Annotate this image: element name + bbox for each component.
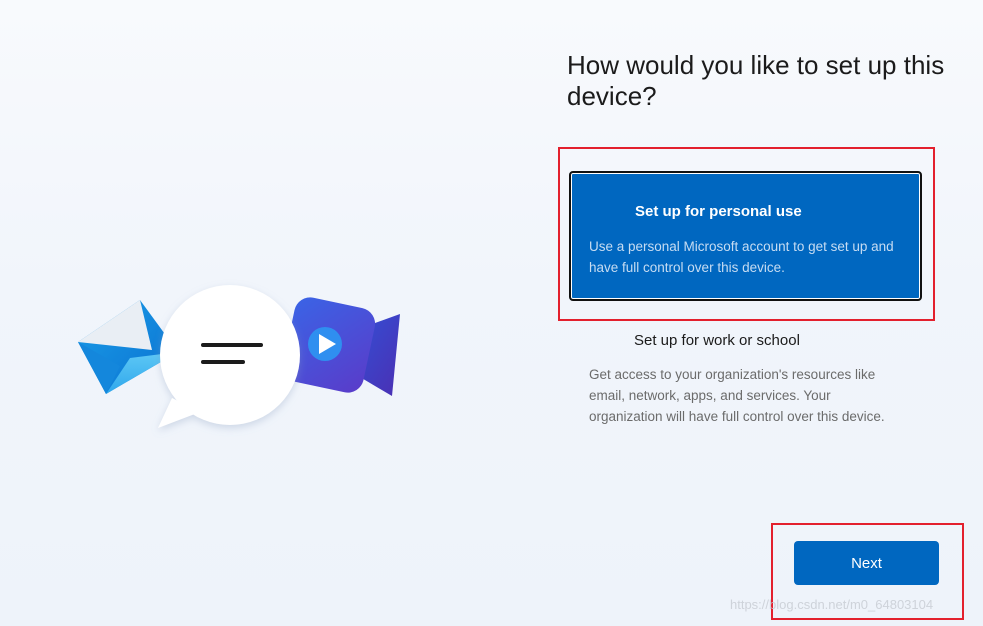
illustration-graphic — [78, 285, 400, 428]
oobe-illustration — [60, 270, 420, 450]
option-personal-use[interactable]: Set up for personal use Use a personal M… — [569, 171, 922, 301]
option-personal-title: Set up for personal use — [635, 203, 802, 220]
option-work-description: Get access to your organization's resour… — [589, 367, 885, 424]
next-button[interactable]: Next — [794, 541, 939, 585]
page-title: How would you like to set up this device… — [567, 50, 945, 111]
option-personal-description: Use a personal Microsoft account to get … — [589, 239, 894, 275]
option-work-school[interactable]: Set up for work or school Get access to … — [570, 322, 922, 462]
option-work-title: Set up for work or school — [634, 332, 800, 349]
watermark-text: https://blog.csdn.net/m0_64803104 — [730, 597, 934, 612]
chat-bubble-icon — [158, 285, 300, 428]
